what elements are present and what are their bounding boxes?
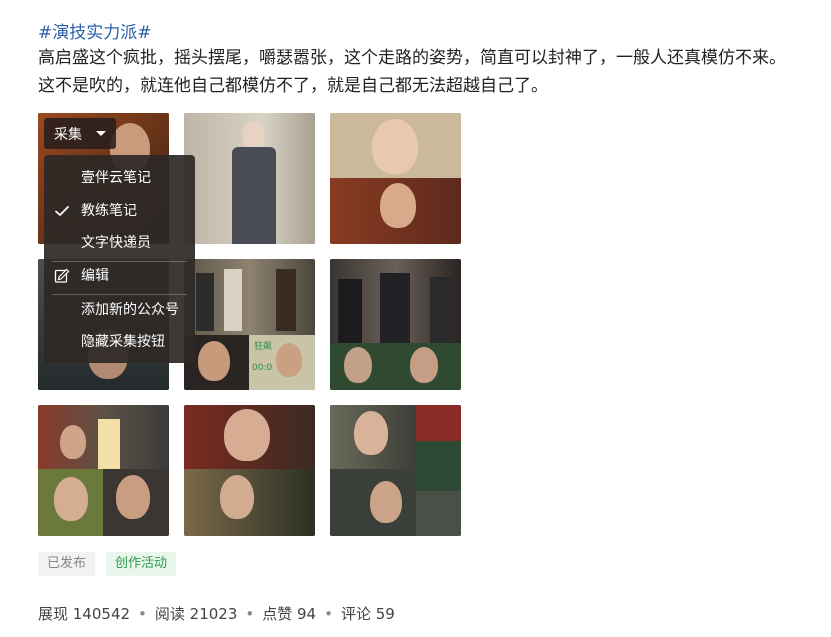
photo-8[interactable] [184,405,315,536]
menu-item-label: 添加新的公众号 [81,302,179,318]
separator-dot: • [245,605,255,623]
collect-button[interactable]: 采集 [44,118,116,149]
post-text-line-1: 高启盛这个疯批，摇头摆尾，嚼瑟嚣张，这个走路的姿势，简直可以封神了，一般人还真模… [38,48,786,68]
stat-reads: 阅读 21023 [154,605,238,623]
menu-item-text-courier[interactable]: 文字快递员 [44,228,195,258]
post-text-line-2: 这不是吹的，就连他自己都模仿不了，就是自己都无法超越自己了。 [38,76,548,96]
status-badge-published: 已发布 [38,552,96,576]
menu-item-label: 教练笔记 [81,203,137,219]
separator-dot: • [324,605,333,623]
photo-3[interactable] [330,113,461,244]
stat-comments: 评论 59 [340,605,395,623]
photo-2[interactable] [184,113,315,244]
post-hashtag[interactable]: #演技实力派# [38,18,152,43]
post-stats: 展现 140542 • 阅读 21023 • 点赞 94 • 评论 59 [38,603,395,624]
menu-item-coach-notes[interactable]: 教练笔记 [44,196,195,226]
video-watermark-text: 狂飙 [254,342,273,352]
collect-dropdown-menu: 壹伴云笔记 教练笔记 文字快递员 编辑 添加新的公众号 隐藏采集按钮 [44,155,195,363]
check-icon [55,206,69,216]
edit-icon [54,268,70,283]
menu-item-yiban-cloud-notes[interactable]: 壹伴云笔记 [44,163,195,193]
video-timestamp-text: 00:0 [252,363,273,373]
photo-6[interactable] [330,259,461,390]
menu-item-label: 壹伴云笔记 [81,170,151,186]
photo-5[interactable]: 狂飙 00:0 [184,259,315,390]
menu-item-add-official-account[interactable]: 添加新的公众号 [44,295,195,325]
collect-button-label: 采集 [54,126,82,143]
stat-likes: 点赞 94 [262,605,317,623]
menu-item-label: 文字快递员 [81,235,151,251]
stat-views: 展现 140542 [38,605,131,623]
menu-item-label: 编辑 [81,268,109,284]
menu-item-hide-collect-button[interactable]: 隐藏采集按钮 [44,327,195,357]
separator-dot: • [138,605,147,623]
photo-7[interactable] [38,405,169,536]
chevron-down-icon [96,131,106,136]
menu-item-label: 隐藏采集按钮 [81,334,165,350]
photo-9[interactable] [330,405,461,536]
menu-item-edit[interactable]: 编辑 [44,261,195,291]
activity-tag-creation-event[interactable]: 创作活动 [106,552,177,576]
